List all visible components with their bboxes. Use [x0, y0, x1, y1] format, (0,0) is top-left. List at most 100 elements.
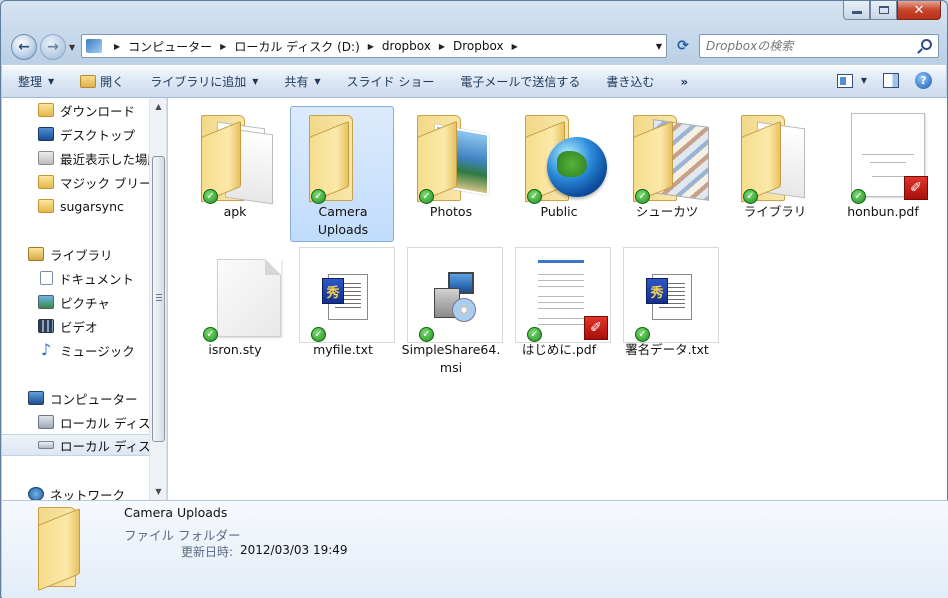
installer-icon: [407, 247, 503, 343]
file-name: ライブラリ: [743, 204, 807, 219]
sidebar-item-desktop[interactable]: デスクトップ: [2, 123, 150, 145]
forward-button[interactable]: →: [40, 34, 66, 60]
navigation-pane: ダウンロード デスクトップ 最近表示した場所 マジック ブリーフケース suga…: [2, 98, 167, 500]
breadcrumb-local-disk-d[interactable]: ローカル ディスク (D:): [234, 38, 359, 55]
file-name: SimpleShare64. msi: [401, 342, 501, 375]
file-item-public[interactable]: ✓ Public: [506, 106, 610, 242]
recent-pages-dropdown[interactable]: ▼: [69, 43, 75, 52]
sidebar-item-label: ネットワーク: [50, 487, 126, 501]
sidebar-item-computer[interactable]: コンピューター: [2, 387, 150, 409]
folder-icon: [191, 109, 279, 205]
sidebar-item-network[interactable]: ネットワーク: [2, 483, 150, 500]
breadcrumb-chevron-icon[interactable]: ▶: [114, 42, 120, 51]
file-item-isron-sty[interactable]: ✓ isron.sty: [182, 244, 286, 380]
sync-check-icon: ✓: [419, 189, 434, 204]
breadcrumb-computer[interactable]: コンピューター: [128, 38, 212, 55]
refresh-button[interactable]: ⟳: [671, 34, 695, 58]
sidebar-item-briefcase[interactable]: マジック ブリーフケース: [2, 171, 166, 193]
sidebar-item-pictures[interactable]: ピクチャ: [2, 291, 150, 313]
burn-label: 書き込む: [606, 75, 655, 89]
open-folder-icon: [80, 75, 97, 88]
address-bar[interactable]: ▶ コンピューター ▶ ローカル ディスク (D:) ▶ dropbox ▶ D…: [81, 34, 667, 58]
breadcrumb-dropbox[interactable]: Dropbox: [453, 39, 504, 53]
sidebar-item-label: ドキュメント: [59, 271, 135, 287]
file-item-honbun-pdf[interactable]: ✐ ✓ honbun.pdf: [830, 106, 934, 242]
sidebar-item-sugarsync[interactable]: sugarsync: [2, 195, 150, 217]
refresh-icon: ⟳: [677, 38, 689, 54]
sync-check-icon: ✓: [635, 189, 650, 204]
file-name: シューカツ: [635, 204, 699, 219]
change-view-button[interactable]: ▼: [836, 73, 867, 88]
help-icon[interactable]: ?: [915, 72, 932, 89]
organize-button[interactable]: 整理 ▼: [18, 73, 54, 90]
minimize-button[interactable]: [843, 1, 870, 20]
grip-icon: [156, 294, 162, 302]
location-icon: [86, 39, 102, 53]
scroll-down-icon[interactable]: ▼: [150, 483, 166, 500]
sidebar-item-videos[interactable]: ビデオ: [2, 315, 150, 337]
maximize-icon: [878, 6, 889, 14]
email-button[interactable]: 電子メールで送信する: [460, 73, 580, 90]
file-item-shomei-data-txt[interactable]: 秀 ✓ 署名データ.txt: [614, 244, 719, 380]
preview-pane-icon[interactable]: [883, 73, 899, 88]
sidebar-item-local-disk-d[interactable]: ローカル ディスク (D:): [2, 434, 166, 456]
slideshow-button[interactable]: スライド ショー: [347, 73, 435, 90]
file-name: myfile.txt: [313, 342, 373, 357]
public-folder-globe-icon: [515, 109, 607, 203]
scroll-thumb[interactable]: [152, 156, 165, 442]
file-item-shukatsu[interactable]: ✓ シューカツ: [614, 106, 718, 242]
back-button[interactable]: ←: [11, 34, 37, 60]
file-item-hajimeni-pdf[interactable]: ✐ ✓ はじめに.pdf: [506, 244, 611, 380]
scroll-up-icon[interactable]: ▲: [150, 98, 166, 115]
close-button[interactable]: ✕: [897, 1, 941, 20]
search-input[interactable]: [706, 39, 906, 53]
search-icon[interactable]: [921, 39, 932, 50]
open-button[interactable]: 開く: [80, 73, 124, 90]
file-item-library-folder[interactable]: ✓ ライブラリ: [722, 106, 826, 242]
breadcrumb-chevron-icon[interactable]: ▶: [220, 42, 226, 51]
burn-button[interactable]: 書き込む: [606, 73, 654, 90]
navigation-scrollbar[interactable]: ▲ ▼: [149, 98, 166, 500]
breadcrumb-chevron-icon[interactable]: ▶: [512, 42, 518, 51]
sidebar-item-label: デスクトップ: [60, 127, 136, 143]
share-button[interactable]: 共有 ▼: [284, 73, 320, 90]
address-dropdown-icon[interactable]: ▼: [656, 42, 662, 51]
drive-d-icon: [38, 441, 54, 449]
sidebar-item-label: ライブラリ: [50, 247, 113, 263]
sync-check-icon: ✓: [527, 189, 542, 204]
file-item-camera-uploads[interactable]: ✓ Camera Uploads: [290, 106, 394, 242]
briefcase-folder-icon: [38, 175, 54, 189]
chevron-down-icon: ▼: [252, 77, 259, 86]
file-item-apk[interactable]: ✓ apk: [182, 106, 286, 242]
sync-check-icon: ✓: [851, 189, 866, 204]
sidebar-item-recent-places[interactable]: 最近表示した場所: [2, 147, 160, 169]
pictures-icon: [38, 295, 54, 309]
breadcrumb: ▶ コンピューター ▶ ローカル ディスク (D:) ▶ dropbox ▶ D…: [106, 38, 526, 55]
hidemaru-icon: 秀: [646, 278, 668, 304]
add-to-library-button[interactable]: ライブラリに追加 ▼: [150, 73, 258, 90]
text-file-icon: 秀: [623, 247, 719, 343]
file-item-photos[interactable]: ✓ Photos: [398, 106, 502, 242]
breadcrumb-chevron-icon[interactable]: ▶: [368, 42, 374, 51]
sidebar-item-downloads[interactable]: ダウンロード: [2, 99, 150, 121]
chevron-down-icon: ▼: [314, 77, 321, 86]
sidebar-item-libraries[interactable]: ライブラリ: [2, 243, 150, 265]
breadcrumb-dropbox-lower[interactable]: dropbox: [382, 39, 431, 53]
details-date-value: 2012/03/03 19:49: [240, 543, 348, 557]
minimize-icon: [851, 11, 862, 14]
sidebar-item-documents[interactable]: ドキュメント: [2, 267, 150, 289]
close-icon: ✕: [913, 2, 925, 18]
breadcrumb-chevron-icon[interactable]: ▶: [439, 42, 445, 51]
videos-icon: [38, 319, 54, 333]
organize-label: 整理: [18, 75, 43, 89]
details-type: ファイル フォルダー: [124, 528, 241, 543]
folder-icon: [38, 199, 54, 213]
file-item-simpleshare-msi[interactable]: ✓ SimpleShare64. msi: [398, 244, 503, 380]
view-mode-icon: [836, 73, 853, 88]
sidebar-item-local-disk-c[interactable]: ローカル ディスク (C:): [2, 411, 166, 433]
sidebar-item-music[interactable]: ♪ ミュージック: [2, 339, 150, 361]
search-box[interactable]: [699, 34, 939, 58]
maximize-button[interactable]: [870, 1, 897, 20]
file-item-myfile-txt[interactable]: 秀 ✓ myfile.txt: [290, 244, 395, 380]
more-commands-button[interactable]: »: [680, 75, 688, 89]
